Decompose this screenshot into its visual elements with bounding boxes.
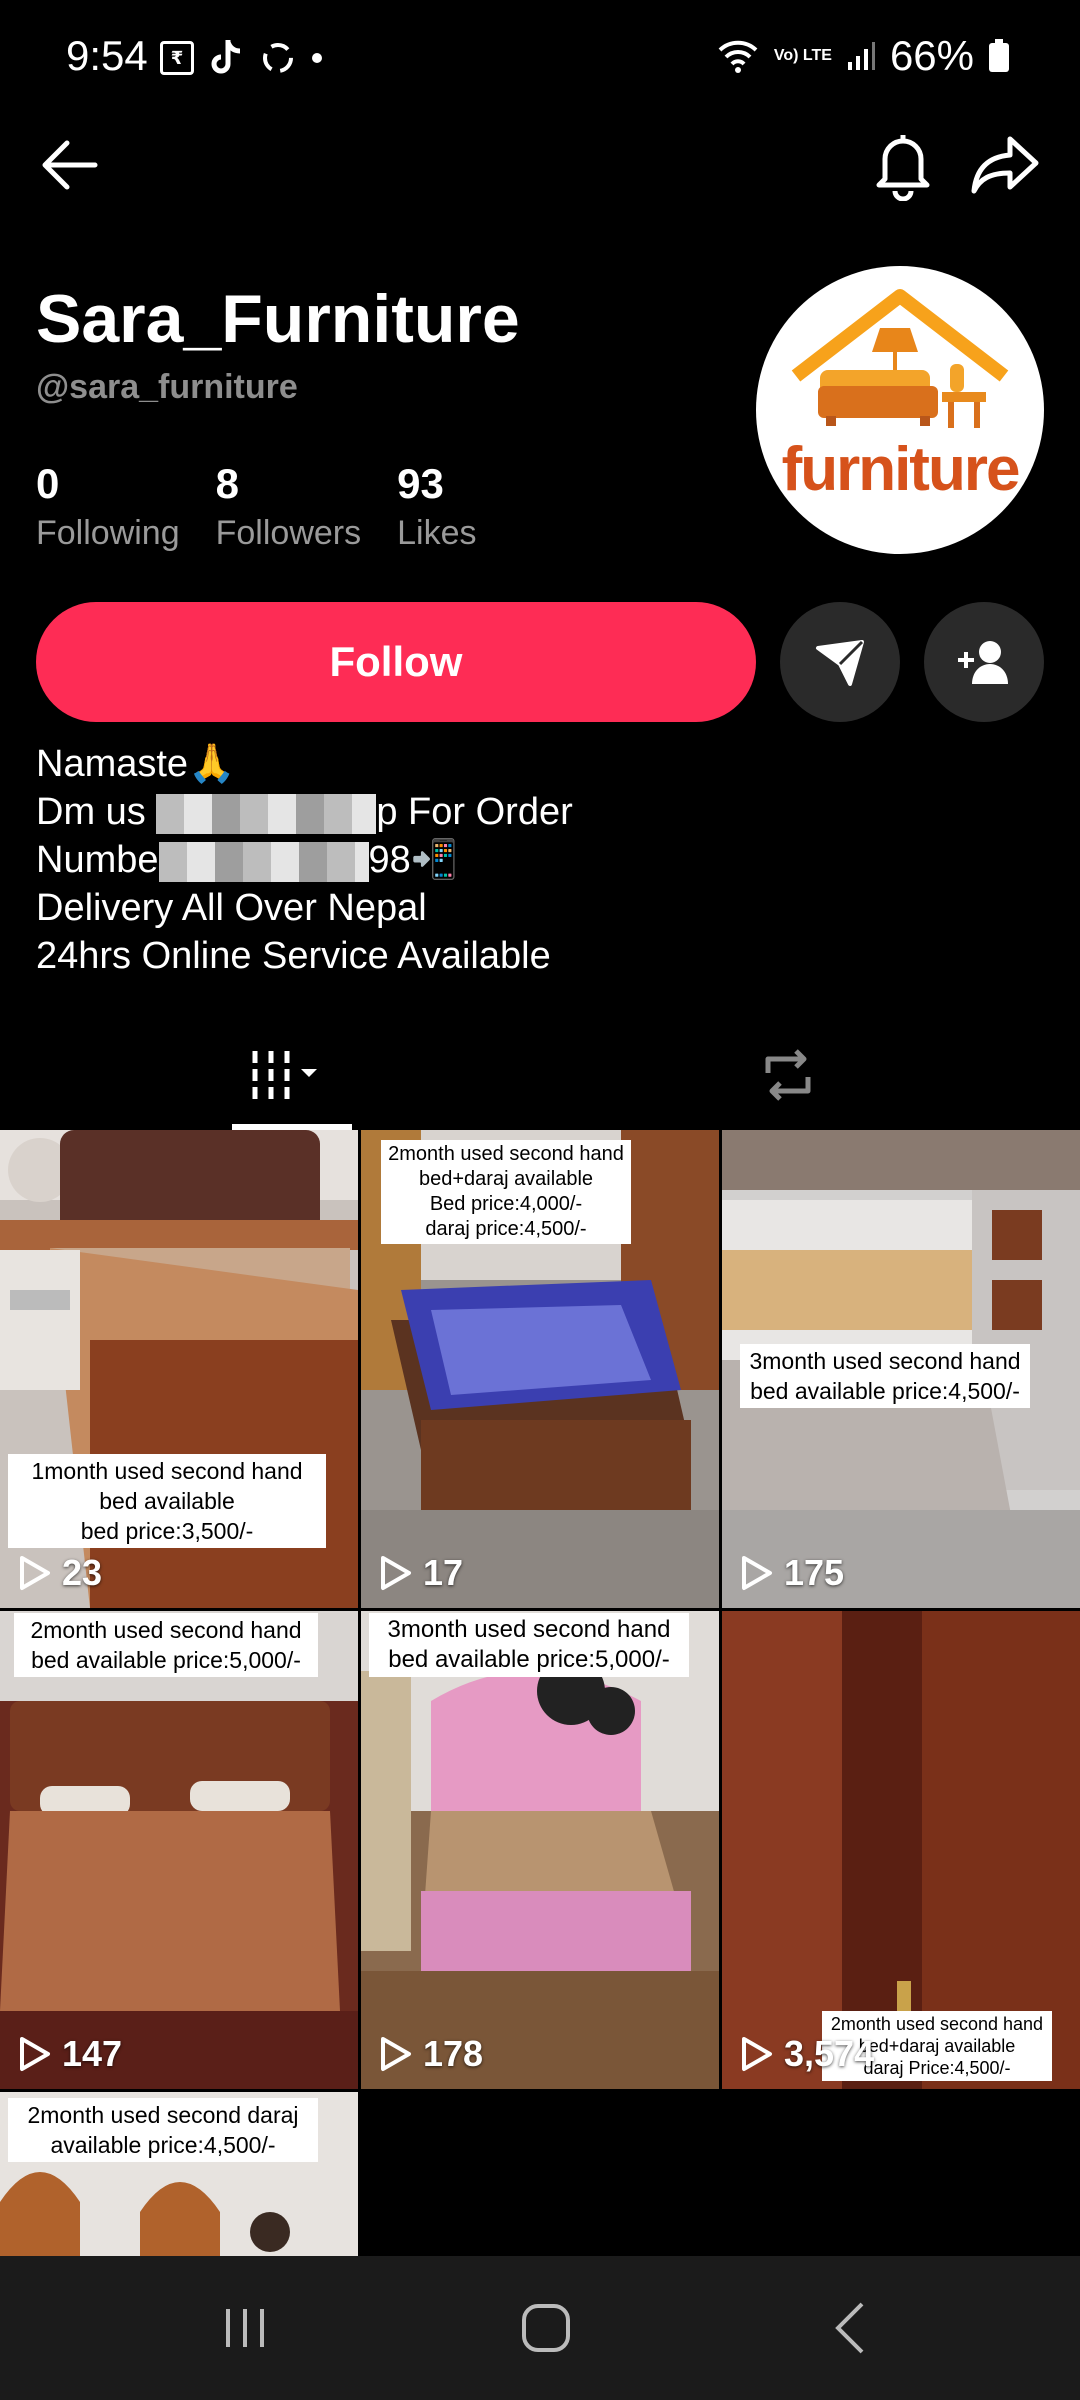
avatar[interactable]: furniture xyxy=(756,266,1044,554)
recent-apps-icon xyxy=(226,2309,264,2347)
bio-line: Delivery All Over Nepal xyxy=(36,887,427,929)
play-icon xyxy=(742,2037,772,2071)
share-arrow-icon xyxy=(971,136,1039,194)
view-count-text: 17 xyxy=(423,1552,464,1593)
view-count-text: 23 xyxy=(62,1552,103,1593)
bio-line: Dm us p For Order xyxy=(36,788,573,836)
stat-label: Followers xyxy=(215,514,362,552)
recent-apps-button[interactable] xyxy=(175,2256,315,2400)
status-bar: 9:54 ₹ Vo) LTE 66% xyxy=(0,0,1080,120)
video-caption: 2month used second daraj available price… xyxy=(8,2098,318,2162)
view-count: 178 xyxy=(379,2033,483,2075)
video-caption: 2month used second hand bed+daraj availa… xyxy=(381,1140,631,1244)
stat-value: 93 xyxy=(397,460,444,507)
video-caption: 3month used second hand bed available pr… xyxy=(369,1613,689,1677)
profile-name: Sara_Furniture xyxy=(36,281,520,357)
battery-percent: 66% xyxy=(889,32,974,79)
video-thumbnail[interactable]: 2month used second hand bed+daraj availa… xyxy=(361,1130,719,1608)
play-icon xyxy=(20,2037,50,2071)
video-thumbnail[interactable]: 2month used second hand bed+daraj availa… xyxy=(722,1611,1080,2089)
home-icon xyxy=(522,2304,570,2352)
bell-icon xyxy=(876,135,930,201)
furniture-logo-icon xyxy=(791,289,1009,428)
grid-icon xyxy=(252,1051,317,1099)
video-thumbnail[interactable]: 2month used second hand bed available pr… xyxy=(0,1611,358,2089)
bio-text: p For Order xyxy=(376,791,573,833)
play-icon xyxy=(381,2037,411,2071)
view-count-text: 175 xyxy=(784,1552,845,1593)
status-right: Vo) LTE 66% xyxy=(716,32,1010,80)
back-arrow-icon xyxy=(42,140,98,190)
bio-line: 24hrs Online Service Available xyxy=(36,935,551,977)
bed-thumbnail-image xyxy=(0,1611,358,2089)
video-thumbnail[interactable]: 3month used second hand bed available pr… xyxy=(361,1611,719,2089)
add-friend-button[interactable] xyxy=(924,602,1044,722)
stat-following[interactable]: 0 Following xyxy=(36,460,180,553)
bio-text: Numbe xyxy=(36,839,159,881)
tiktok-icon xyxy=(211,40,241,74)
view-count: 17 xyxy=(379,1552,463,1594)
avatar-text: furniture xyxy=(781,435,1021,504)
play-icon xyxy=(20,1556,50,1590)
view-count: 175 xyxy=(740,1552,844,1594)
battery-icon xyxy=(989,39,1009,72)
bio-line: Numbe 98📲 xyxy=(36,836,573,884)
system-nav-bar xyxy=(0,2256,1080,2400)
video-caption: 3month used second hand bed available pr… xyxy=(740,1344,1030,1408)
bio-line: Namaste🙏 xyxy=(36,743,236,785)
message-button[interactable] xyxy=(780,602,900,722)
back-button[interactable] xyxy=(24,120,114,210)
repost-icon xyxy=(765,1049,811,1101)
view-count-text: 3,574 xyxy=(784,2033,875,2074)
video-thumbnail[interactable]: 1month used second hand bed available be… xyxy=(0,1130,358,1608)
home-button[interactable] xyxy=(476,2256,616,2400)
view-count: 147 xyxy=(18,2033,122,2075)
follow-button[interactable]: Follow xyxy=(36,602,756,722)
video-thumbnail[interactable]: 3month used second hand bed available pr… xyxy=(722,1130,1080,1608)
tab-videos[interactable] xyxy=(232,1020,352,1130)
view-count: 3,574 xyxy=(740,2033,874,2075)
dot-icon xyxy=(312,53,322,63)
view-count-text: 178 xyxy=(423,2033,484,2074)
add-user-icon xyxy=(958,641,1008,684)
tab-reposts[interactable] xyxy=(728,1020,848,1130)
status-time: 9:54 xyxy=(66,32,148,79)
profile-bio: Namaste🙏 Dm us p For Order Numbe 98📲 Deli… xyxy=(36,740,573,980)
stat-value: 0 xyxy=(36,460,60,507)
notification-icons: ₹ xyxy=(160,38,322,78)
bed-thumbnail-image xyxy=(361,1611,719,2089)
bio-text: 98📲 xyxy=(368,839,459,881)
stat-label: Likes xyxy=(397,514,477,552)
bio-text: Dm us xyxy=(36,791,157,833)
send-icon xyxy=(816,640,864,686)
video-caption: 2month used second hand bed available pr… xyxy=(14,1613,318,1677)
profile-stats: 0 Following 8 Followers 93 Likes xyxy=(36,460,476,553)
sync-icon xyxy=(263,43,293,73)
stat-likes[interactable]: 93 Likes xyxy=(397,460,476,553)
system-back-button[interactable] xyxy=(780,2256,920,2400)
notifications-button[interactable] xyxy=(858,120,948,210)
top-nav xyxy=(0,120,1080,220)
redacted-block xyxy=(158,841,369,882)
share-button[interactable] xyxy=(960,120,1050,210)
view-count: 23 xyxy=(18,1552,102,1594)
play-icon xyxy=(742,1556,772,1590)
video-caption: 1month used second hand bed available be… xyxy=(8,1454,326,1548)
stat-value: 8 xyxy=(215,460,239,507)
video-thumbnail[interactable]: 2month used second daraj available price… xyxy=(0,2092,358,2256)
profile-tabs xyxy=(0,1020,1080,1130)
rupee-icon: ₹ xyxy=(160,41,194,75)
volte-icon: Vo) LTE xyxy=(773,47,832,64)
wifi-icon xyxy=(718,40,758,73)
redacted-block xyxy=(156,793,377,834)
stat-followers[interactable]: 8 Followers xyxy=(216,460,361,553)
signal-icon xyxy=(847,42,875,70)
chevron-left-icon xyxy=(835,2302,864,2354)
stat-label: Following xyxy=(36,514,180,552)
profile-handle: @sara_furniture xyxy=(36,368,298,406)
view-count-text: 147 xyxy=(62,2033,123,2074)
play-icon xyxy=(381,1556,411,1590)
